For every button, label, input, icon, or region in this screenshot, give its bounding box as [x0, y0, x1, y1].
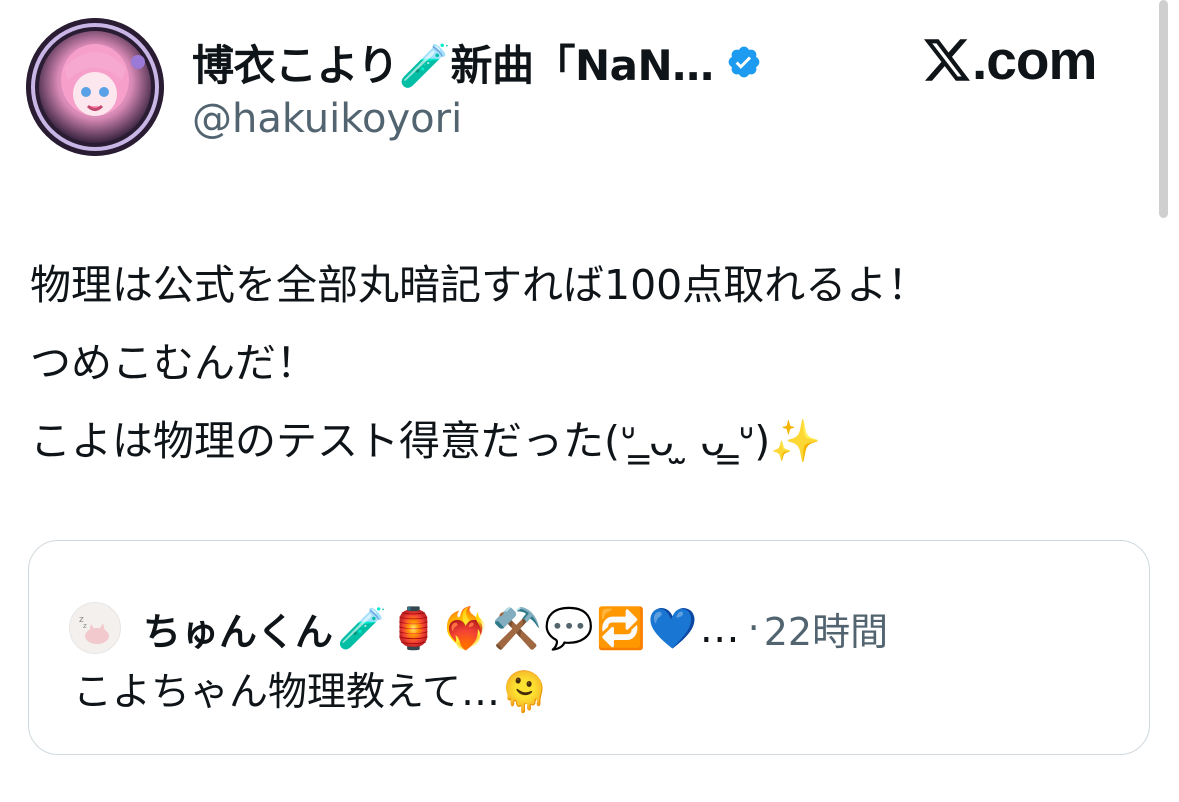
quoted-user-avatar[interactable]: z z [69, 602, 121, 654]
display-name[interactable]: 博衣こより🧪新曲「NaN… [192, 32, 714, 93]
quoted-tweet-text: こよちゃん物理教えて…🫠 [73, 670, 549, 715]
quoted-tweet-header: z z ちゅんくん 🧪🏮❤️‍🔥⚒️💬🔁💙… · 22時間 [69, 593, 888, 663]
tweet-line: こよは物理のテスト得意だった(ᐡ ̳ᴗ ̫ ᴗ ̳ᐡ)✨ [30, 417, 822, 465]
tweet-line: つめこむんだ！ [30, 339, 317, 387]
tweet-text: 物理は公式を全部丸暗記すれば100点取れるよ！ つめこむんだ！ こよは物理のテス… [30, 246, 928, 480]
site-logo: .com [924, 28, 1097, 92]
separator-dot: · [747, 606, 760, 650]
x-logo-icon [924, 37, 970, 83]
tweet-line: 物理は公式を全部丸暗記すれば100点取れるよ！ [30, 261, 929, 309]
profile-avatar[interactable] [26, 18, 164, 156]
scrollbar[interactable] [1159, 0, 1168, 218]
site-logo-text: .com [972, 29, 1097, 91]
quoted-tweet-card[interactable]: z z ちゅんくん 🧪🏮❤️‍🔥⚒️💬🔁💙… · 22時間 こよちゃん物理教えて… [28, 540, 1150, 755]
user-handle[interactable]: @hakuikoyori [192, 96, 462, 142]
quoted-user-name-emojis: 🧪🏮❤️‍🔥⚒️💬🔁💙… [337, 605, 742, 652]
verified-badge-icon [726, 44, 762, 80]
quoted-user-name[interactable]: ちゅんくん [143, 601, 333, 656]
svg-text:z: z [83, 622, 87, 630]
display-name-row: 博衣こより🧪新曲「NaN… [192, 30, 762, 94]
quoted-tweet-time[interactable]: 22時間 [764, 601, 888, 656]
